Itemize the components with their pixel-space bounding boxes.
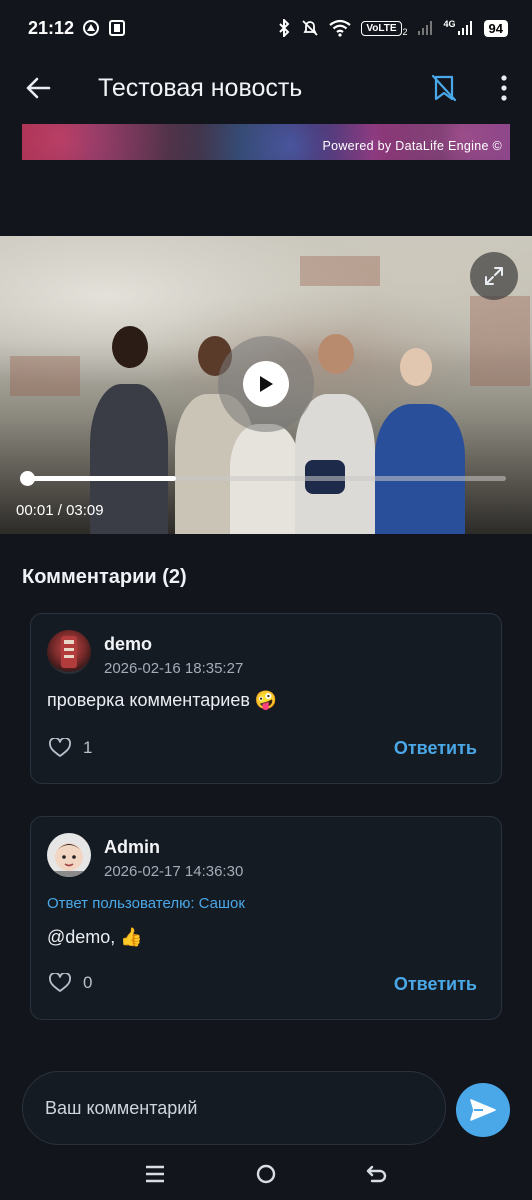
brick-patch [300, 256, 380, 286]
comment-text: @demo, 👍 [47, 927, 143, 947]
status-left: 21:12 [28, 18, 126, 39]
like-button[interactable]: 0 [49, 973, 92, 993]
app-bar: Тестовая новость [0, 56, 532, 120]
vpn-icon [83, 20, 100, 36]
status-bar: 21:12 VoLTE 2 4G 94 [0, 0, 532, 56]
person-head [112, 326, 148, 368]
signal-icon [417, 21, 432, 35]
wifi-icon [329, 19, 351, 37]
back-button[interactable] [0, 56, 76, 120]
comment-date: 2026-02-17 14:36:30 [104, 863, 244, 880]
banner-text: Powered by DataLife Engine © [322, 139, 502, 153]
comment-card: Admin 2026-02-17 14:36:30 Ответ пользова… [30, 816, 502, 1020]
menu-icon [146, 1165, 165, 1183]
comment-author[interactable]: Admin [104, 837, 160, 858]
brick-patch [10, 356, 80, 396]
comment-date: 2026-02-16 18:35:27 [104, 660, 244, 677]
time-separator: / [57, 502, 62, 519]
avatar[interactable] [47, 630, 91, 674]
send-button[interactable] [456, 1083, 510, 1137]
back-arrow-icon [366, 1165, 386, 1183]
play-button-circle [243, 361, 289, 407]
fullscreen-button[interactable] [470, 252, 518, 300]
home-circle-icon [256, 1164, 276, 1184]
person-head [318, 334, 354, 374]
arrow-left-icon [26, 77, 51, 99]
time-display: 00:01 / 03:09 [16, 502, 104, 519]
like-count: 1 [83, 738, 93, 757]
volte-sub: 2 [402, 27, 408, 37]
page-title: Тестовая новость [98, 73, 303, 102]
back-nav-button[interactable] [357, 1154, 397, 1194]
play-icon [260, 376, 273, 392]
reply-button[interactable]: Ответить [394, 738, 477, 759]
progress-fill [28, 476, 177, 481]
more-vert-icon [501, 75, 507, 101]
bluetooth-icon [279, 19, 290, 37]
system-nav-bar [0, 1148, 532, 1200]
network-label: 4G [443, 19, 456, 29]
ad-banner[interactable]: Powered by DataLife Engine © [22, 124, 510, 160]
signal-4g-icon [457, 21, 472, 35]
home-button[interactable] [246, 1154, 286, 1194]
bookmark-off-icon [431, 74, 457, 102]
person [375, 404, 465, 534]
bookmark-button[interactable] [412, 56, 476, 120]
bell-off-icon [302, 20, 318, 36]
progress-track[interactable] [20, 471, 506, 486]
reply-to-link[interactable]: Ответ пользователю: Сашок [47, 895, 245, 912]
progress-knob[interactable] [20, 471, 35, 486]
avatar-image [61, 636, 77, 668]
comments-title: Комментарии (2) [22, 566, 187, 588]
comment-input[interactable] [22, 1071, 446, 1145]
comment-input-row [22, 1071, 510, 1145]
fullscreen-icon [485, 267, 503, 285]
like-button[interactable]: 1 [49, 738, 92, 758]
status-right: VoLTE 2 4G 94 [277, 19, 508, 37]
send-icon [470, 1099, 496, 1121]
play-button[interactable] [218, 336, 314, 432]
avatar-image [53, 843, 85, 877]
current-time: 00:01 [16, 502, 54, 519]
comment-author[interactable]: demo [104, 634, 152, 655]
reply-button[interactable]: Ответить [394, 974, 477, 995]
video-player[interactable]: 00:01 / 03:09 [0, 236, 532, 534]
comment-text: проверка комментариев 🤪 [47, 690, 278, 710]
avatar[interactable] [47, 833, 91, 877]
duration: 03:09 [66, 502, 104, 519]
more-button[interactable] [476, 56, 532, 120]
battery-badge: 94 [483, 19, 508, 37]
heart-icon [49, 973, 71, 992]
notification-icon [109, 20, 126, 36]
person-head [400, 348, 432, 386]
heart-icon [49, 738, 71, 757]
volte-badge: VoLTE [361, 20, 402, 36]
like-count: 0 [83, 973, 93, 992]
recents-button[interactable] [135, 1154, 175, 1194]
clock: 21:12 [28, 17, 75, 38]
comment-card: demo 2026-02-16 18:35:27 проверка коммен… [30, 613, 502, 784]
